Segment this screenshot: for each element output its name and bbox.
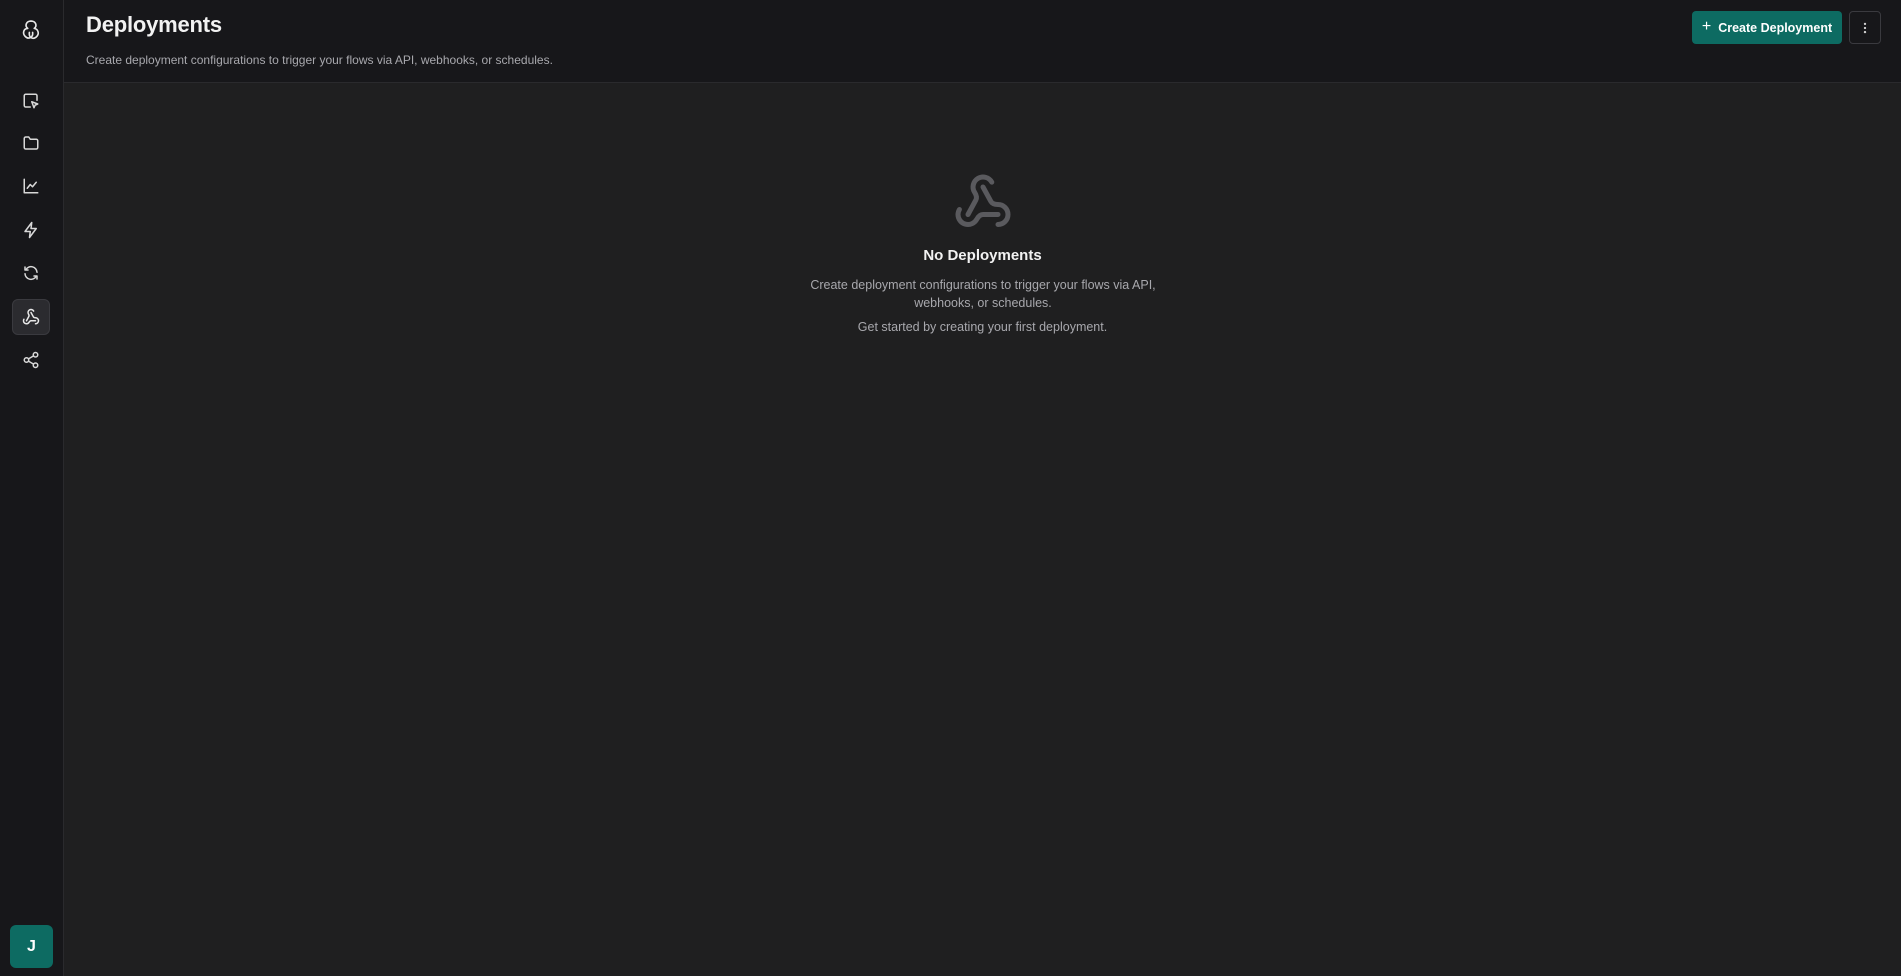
- empty-state-hint: Get started by creating your first deplo…: [857, 320, 1108, 334]
- page-header: Deployments Create deployment configurat…: [64, 0, 1901, 83]
- sidebar-item-triggers[interactable]: [12, 212, 50, 248]
- webhook-icon: [955, 174, 1011, 227]
- sidebar-item-sync[interactable]: [12, 255, 50, 291]
- empty-state-title: No Deployments: [923, 247, 1042, 264]
- create-deployment-label: Create Deployment: [1718, 20, 1833, 35]
- more-vertical-icon: [1863, 22, 1867, 33]
- create-deployment-button[interactable]: + Create Deployment: [1692, 11, 1842, 44]
- more-options-button[interactable]: [1849, 11, 1881, 44]
- sidebar: J: [0, 0, 64, 976]
- lightning-icon: [24, 221, 37, 239]
- empty-state-description: Create deployment configurations to trig…: [810, 278, 1156, 310]
- cursor-box-icon: [23, 93, 39, 109]
- share-icon: [23, 351, 39, 369]
- webhook-icon: [22, 308, 40, 325]
- sidebar-item-playground[interactable]: [12, 83, 50, 119]
- sidebar-item-files[interactable]: [12, 125, 50, 161]
- page-title: Deployments: [86, 12, 222, 37]
- line-chart-icon: [23, 178, 39, 194]
- sidebar-item-share[interactable]: [12, 342, 50, 378]
- user-avatar[interactable]: J: [10, 925, 53, 968]
- app-logo-icon[interactable]: [16, 14, 46, 46]
- folder-icon: [23, 136, 39, 150]
- app-root: J Deployments Create deployment configur…: [0, 0, 1901, 976]
- sidebar-item-deployments[interactable]: [12, 299, 50, 335]
- refresh-icon: [24, 265, 38, 281]
- sidebar-item-analytics[interactable]: [12, 168, 50, 204]
- page-subtitle: Create deployment configurations to trig…: [86, 53, 553, 67]
- plus-icon: +: [1701, 17, 1712, 35]
